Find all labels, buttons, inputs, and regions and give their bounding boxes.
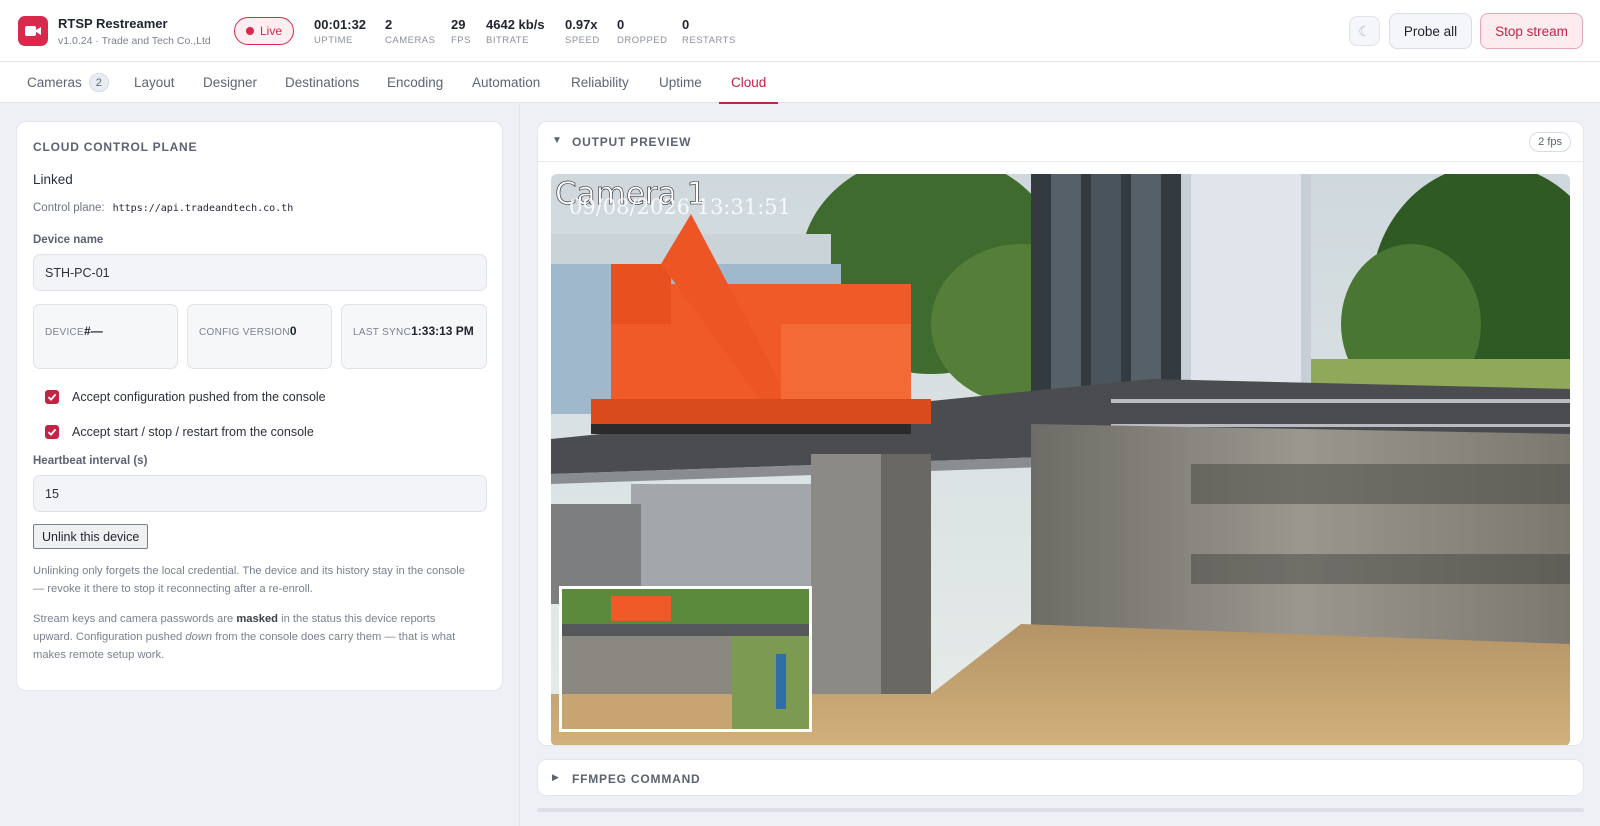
- stat-label: RESTARTS: [682, 35, 736, 46]
- stat-label: DROPPED: [617, 35, 668, 46]
- live-label: Live: [259, 24, 282, 38]
- cloud-control-plane-card: CLOUD CONTROL PLANE Linked Control plane…: [16, 121, 503, 691]
- tab-layout[interactable]: Layout: [134, 62, 175, 103]
- column-divider: [519, 103, 520, 826]
- stat-restarts: 0 RESTARTS: [682, 17, 736, 46]
- output-preview-header[interactable]: ▼ OUTPUT PREVIEW 2 fps: [538, 122, 1583, 162]
- app-name: RTSP Restreamer: [58, 16, 168, 31]
- device-name-input[interactable]: [33, 254, 487, 291]
- tab-cameras[interactable]: Cameras 2: [27, 62, 109, 103]
- stat-value: 0: [682, 17, 690, 32]
- tab-destinations[interactable]: Destinations: [285, 62, 359, 103]
- accept-control-row[interactable]: Accept start / stop / restart from the c…: [45, 425, 314, 439]
- config-version-label: CONFIG VERSION: [199, 327, 290, 338]
- stat-label: CAMERAS: [385, 35, 436, 46]
- control-plane-url: https://api.tradeandtech.co.th: [112, 202, 294, 214]
- stat-value: 0.97x: [565, 17, 598, 32]
- stat-value: 2: [385, 17, 393, 32]
- accept-control-label: Accept start / stop / restart from the c…: [72, 425, 314, 439]
- preview-fps-badge: 2 fps: [1529, 132, 1571, 152]
- stat-bitrate: 4642 kb/s BITRATE: [486, 17, 545, 46]
- tab-encoding[interactable]: Encoding: [387, 62, 443, 103]
- ffmpeg-command-title: FFMPEG COMMAND: [572, 772, 701, 786]
- stat-label: FPS: [451, 35, 471, 46]
- top-bar: RTSP Restreamer v1.0.24 · Trade and Tech…: [0, 0, 1600, 62]
- stat-label: UPTIME: [314, 35, 353, 46]
- output-preview-title: OUTPUT PREVIEW: [572, 135, 692, 149]
- ffmpeg-command-card[interactable]: ▶ FFMPEG COMMAND: [537, 759, 1584, 796]
- stat-label: BITRATE: [486, 35, 529, 46]
- accept-control-checkbox[interactable]: [45, 425, 59, 439]
- stat-value: 00:01:32: [314, 17, 367, 32]
- camera-feed-image: Camera 1 09/08/2026 13:31:51: [551, 174, 1570, 745]
- live-dot-icon: [245, 27, 254, 35]
- app-subtitle: v1.0.24 · Trade and Tech Co.,Ltd: [58, 35, 211, 47]
- stat-label: SPEED: [565, 35, 600, 46]
- tab-designer[interactable]: Designer: [203, 62, 257, 103]
- checkmark-icon: [47, 428, 57, 436]
- stat-value: 4642 kb/s: [486, 17, 545, 32]
- unlink-note: Unlinking only forgets the local credent…: [33, 565, 465, 595]
- tab-label: Cameras: [27, 75, 82, 90]
- tab-uptime[interactable]: Uptime: [659, 62, 702, 103]
- stat-dropped: 0 DROPPED: [617, 17, 667, 46]
- unlink-device-button[interactable]: Unlink this device: [33, 524, 149, 549]
- preview-video-frame: Camera 1 09/08/2026 13:31:51: [551, 174, 1570, 745]
- device-id-label: DEVICE: [45, 327, 85, 338]
- accept-config-label: Accept configuration pushed from the con…: [72, 390, 326, 404]
- accept-config-row[interactable]: Accept configuration pushed from the con…: [45, 390, 326, 404]
- tab-reliability[interactable]: Reliability: [571, 62, 629, 103]
- control-plane-row: Control plane: https://api.tradeandtech.…: [33, 202, 293, 214]
- tab-bar: Cameras 2 Layout Designer Destinations E…: [0, 62, 1600, 104]
- config-version-card: CONFIG VERSION0: [187, 304, 332, 369]
- heartbeat-label: Heartbeat interval (s): [33, 455, 148, 467]
- control-plane-label: Control plane:: [33, 202, 105, 214]
- last-sync-value: 1:33:13 PM: [411, 324, 474, 338]
- device-name-label: Device name: [33, 234, 104, 246]
- output-preview-card: ▼ OUTPUT PREVIEW 2 fps Camera 1 09/08/20…: [537, 121, 1584, 746]
- app-logo: [18, 16, 48, 46]
- stat-value: 29: [451, 17, 466, 32]
- stat-fps: 29 FPS: [451, 17, 471, 46]
- live-status-badge: Live: [234, 17, 294, 45]
- stat-uptime: 00:01:32 UPTIME: [314, 17, 366, 46]
- theme-toggle-button[interactable]: ☾: [1349, 16, 1380, 46]
- device-id-value: #—: [84, 324, 103, 338]
- expand-caret-icon[interactable]: ▶: [552, 772, 559, 783]
- last-sync-label: LAST SYNC: [353, 327, 412, 338]
- last-sync-card: LAST SYNC1:33:13 PM: [341, 304, 487, 369]
- device-id-card: DEVICE#—: [33, 304, 178, 369]
- stat-value: 0: [617, 17, 625, 32]
- accept-config-checkbox[interactable]: [45, 390, 59, 404]
- section-title: CLOUD CONTROL PLANE: [33, 140, 198, 154]
- checkmark-icon: [47, 393, 57, 401]
- camera-overlay-timestamp: 09/08/2026 13:31:51: [569, 195, 791, 219]
- stop-stream-button[interactable]: Stop stream: [1480, 13, 1583, 49]
- probe-all-button[interactable]: Probe all: [1389, 13, 1472, 49]
- moon-icon: ☾: [1358, 22, 1371, 39]
- next-card-edge: [537, 808, 1584, 812]
- stat-speed: 0.97x SPEED: [565, 17, 600, 46]
- masking-note: Stream keys and camera passwords are mas…: [33, 613, 456, 661]
- tab-automation[interactable]: Automation: [472, 62, 540, 103]
- video-camera-icon: [25, 26, 41, 36]
- collapse-caret-icon[interactable]: ▼: [552, 135, 562, 146]
- camera-count-badge: 2: [88, 73, 109, 92]
- heartbeat-input[interactable]: [33, 475, 487, 512]
- stat-cameras: 2 CAMERAS: [385, 17, 435, 46]
- tab-cloud[interactable]: Cloud: [718, 62, 779, 104]
- config-version-value: 0: [289, 324, 297, 338]
- link-status: Linked: [33, 172, 73, 187]
